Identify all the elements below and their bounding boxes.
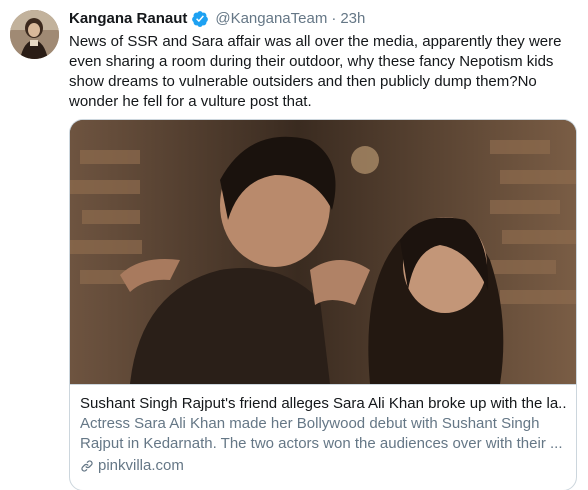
- tweet-text: News of SSR and Sara affair was all over…: [69, 33, 562, 110]
- card-image[interactable]: [70, 120, 576, 384]
- link-preview-card[interactable]: Sushant Singh Rajput's friend alleges Sa…: [69, 119, 577, 490]
- author-handle[interactable]: @KanganaTeam: [215, 9, 327, 29]
- card-body: Sushant Singh Rajput's friend alleges Sa…: [70, 384, 576, 476]
- card-title[interactable]: Sushant Singh Rajput's friend alleges Sa…: [80, 394, 566, 414]
- verified-badge-icon: [192, 11, 209, 27]
- separator-dot: ·: [331, 10, 337, 27]
- tweet-header: Kangana Ranaut @KanganaTeam · 23h: [69, 8, 579, 30]
- card-domain-text: pinkvilla.com: [98, 457, 184, 474]
- avatar[interactable]: [10, 10, 59, 59]
- card-description: Actress Sara Ali Khan made her Bollywood…: [80, 415, 563, 452]
- avatar-image: [10, 10, 59, 59]
- card-photo: [70, 120, 576, 384]
- link-icon: [81, 460, 93, 472]
- author-name[interactable]: Kangana Ranaut: [69, 9, 187, 29]
- card-domain[interactable]: pinkvilla.com: [80, 456, 566, 476]
- tweet-timestamp[interactable]: 23h: [340, 9, 365, 29]
- tweet[interactable]: Kangana Ranaut @KanganaTeam · 23h News o…: [0, 0, 588, 490]
